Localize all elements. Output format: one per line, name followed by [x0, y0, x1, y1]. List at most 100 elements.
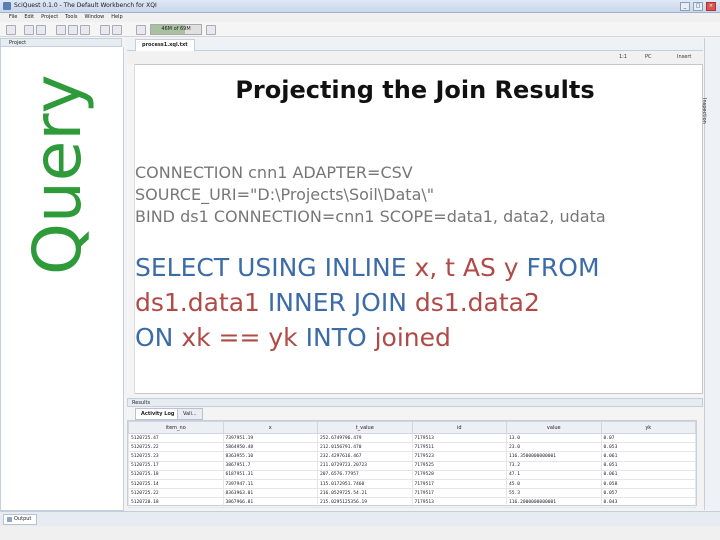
inspection-label: Inspection	[701, 98, 707, 124]
toolbar	[0, 22, 720, 37]
results-grid[interactable]: item_no x t_value id value yk 5120725.47 73979…	[127, 420, 697, 508]
output-tab[interactable]: Output	[3, 514, 38, 525]
memory-label: 46M of 69M	[161, 26, 191, 32]
window-controls: _ □ ×	[680, 2, 716, 11]
results-tabs: Activity Log Vali...	[127, 407, 703, 420]
table-cell: 5120725.17	[128, 460, 224, 471]
table-cell: 0.051	[600, 460, 696, 471]
memory-indicator: 46M of 69M	[150, 24, 202, 35]
column-header[interactable]: t_value	[317, 421, 413, 434]
table-cell: 55.3	[506, 488, 602, 499]
table-cell: 13.0	[506, 432, 602, 444]
run-icon[interactable]	[136, 25, 146, 35]
table-row[interactable]: 5120725.22 8363963.01 216.0529725.54.21 717…	[128, 488, 696, 499]
results-header: Results	[127, 398, 703, 407]
menu-help[interactable]: Help	[111, 13, 122, 22]
results-header-row: item_no x t_value id value yk	[128, 421, 696, 434]
sql-line-1: SELECT USING INLINE x, t AS y FROM	[135, 250, 695, 285]
table-cell: 7179517	[411, 488, 507, 499]
sql-identifier: ds1.data2	[414, 288, 540, 317]
column-header[interactable]: yk	[600, 421, 696, 434]
table-cell: 116.2000000000001	[506, 497, 602, 508]
table-row[interactable]: 5120725.17 3867951.7 211.0729723.20723 7179…	[128, 460, 696, 471]
column-header[interactable]: x	[222, 421, 318, 434]
results-title: Results	[132, 400, 151, 406]
maximize-button[interactable]: □	[693, 2, 703, 11]
table-cell: 215.0295125356.19	[317, 497, 413, 508]
column-header[interactable]: value	[506, 421, 602, 434]
table-cell: 7179513	[411, 432, 507, 444]
sql-identifier: x, t AS y	[414, 253, 519, 282]
bottom-bar	[0, 526, 720, 540]
column-header[interactable]: item_no	[128, 421, 224, 434]
redo-icon[interactable]	[112, 25, 122, 35]
editor-ruler: 1:1 PC Insert	[127, 51, 703, 65]
sql-keyword: ON	[135, 323, 182, 352]
sql-keyword: SELECT USING INLINE	[135, 253, 415, 282]
table-cell: 5120725.14	[128, 478, 224, 490]
table-cell: 5120725.47	[128, 432, 224, 444]
insert-mode: Insert	[677, 54, 692, 60]
new-file-icon[interactable]	[6, 25, 16, 35]
app-icon	[3, 2, 11, 10]
table-cell: 6187951.31	[222, 469, 318, 480]
connection-line: CONNECTION cnn1 ADAPTER=CSV	[135, 163, 413, 182]
slide-heading: Projecting the Join Results	[235, 76, 595, 104]
table-cell: 116.3500000000001	[506, 451, 602, 462]
connection-line: BIND ds1 CONNECTION=cnn1 SCOPE=data1, da…	[135, 207, 606, 226]
inspection-sidebar[interactable]: Inspection	[701, 38, 720, 510]
table-cell: 73.2	[506, 460, 602, 471]
table-row[interactable]: 5120725.18 6187951.31 207.6576.77957 717952…	[128, 469, 696, 480]
table-cell: 7179523	[411, 451, 507, 462]
table-cell: 5120720.18	[128, 497, 224, 508]
results-table: item_no x t_value id value yk 5120725.47 73979…	[128, 421, 696, 508]
table-cell: 216.0529725.54.21	[317, 488, 413, 499]
table-cell: 5864950.48	[222, 442, 318, 453]
table-cell: 0.058	[600, 478, 696, 490]
title-bar: SciQuest 0.1.0 - The Default Workbench f…	[0, 0, 720, 13]
table-cell: 232.4297616.467	[317, 451, 413, 462]
table-cell: 7397947.11	[222, 478, 318, 490]
column-header[interactable]: id	[411, 421, 507, 434]
table-row[interactable]: 5120725.47 7397951.19 252.6749796.479 71795…	[128, 432, 696, 444]
close-button[interactable]: ×	[706, 2, 716, 11]
minimize-button[interactable]: _	[680, 2, 690, 11]
tab-values[interactable]: Vali...	[177, 408, 203, 420]
table-cell: 5120725.23	[128, 451, 224, 462]
connection-block: CONNECTION cnn1 ADAPTER=CSV SOURCE_URI="D…	[135, 162, 695, 228]
menu-bar: File Edit Project Tools Window Help	[0, 13, 720, 22]
table-row[interactable]: 5120720.18 3867966.81 215.0295125356.19 717…	[128, 497, 696, 508]
table-cell: 0.043	[600, 497, 696, 508]
window-title: SciQuest 0.1.0 - The Default Workbench f…	[14, 2, 157, 9]
editor-gutter	[127, 64, 135, 394]
tab-activity-log[interactable]: Activity Log	[135, 408, 181, 420]
table-cell: 5120725.22	[128, 488, 224, 499]
edit-mode: PC	[645, 54, 652, 60]
table-cell: 7179517	[411, 478, 507, 490]
table-cell: 7179511	[411, 442, 507, 453]
table-cell: 3867966.81	[222, 497, 318, 508]
table-cell: 7397951.19	[222, 432, 318, 444]
table-cell: 212.0156791.470	[317, 442, 413, 453]
table-cell: 0.07	[600, 432, 696, 444]
table-cell: 252.6749796.479	[317, 432, 413, 444]
sql-identifier: xk == yk	[181, 323, 298, 352]
table-cell: 3867951.7	[222, 460, 318, 471]
tab-process1[interactable]: process1.xql.txt	[135, 39, 195, 51]
undo-icon[interactable]	[100, 25, 110, 35]
table-cell: 7179513	[411, 497, 507, 508]
table-row[interactable]: 5120725.22 5864950.48 212.0156791.470 71795…	[128, 442, 696, 453]
sql-line-3: ON xk == yk INTO joined	[135, 320, 695, 355]
table-cell: 0.057	[600, 488, 696, 499]
menu-file[interactable]: File	[9, 13, 17, 22]
gc-icon[interactable]	[206, 25, 216, 35]
sql-identifier: joined	[374, 323, 451, 352]
table-row[interactable]: 5120725.14 7397947.11 115.0172951.7460 7179…	[128, 478, 696, 490]
results-body: 5120725.47 7397951.19 252.6749796.479 71795…	[128, 432, 696, 508]
cursor-position: 1:1	[619, 54, 628, 60]
table-cell: 5120725.18	[128, 469, 224, 480]
sql-identifier: ds1.data1	[135, 288, 260, 317]
table-cell: 0.061	[600, 469, 696, 480]
table-cell: 7179525	[411, 460, 507, 471]
table-row[interactable]: 5120725.23 8363955.10 232.4297616.467 71795…	[128, 451, 696, 462]
